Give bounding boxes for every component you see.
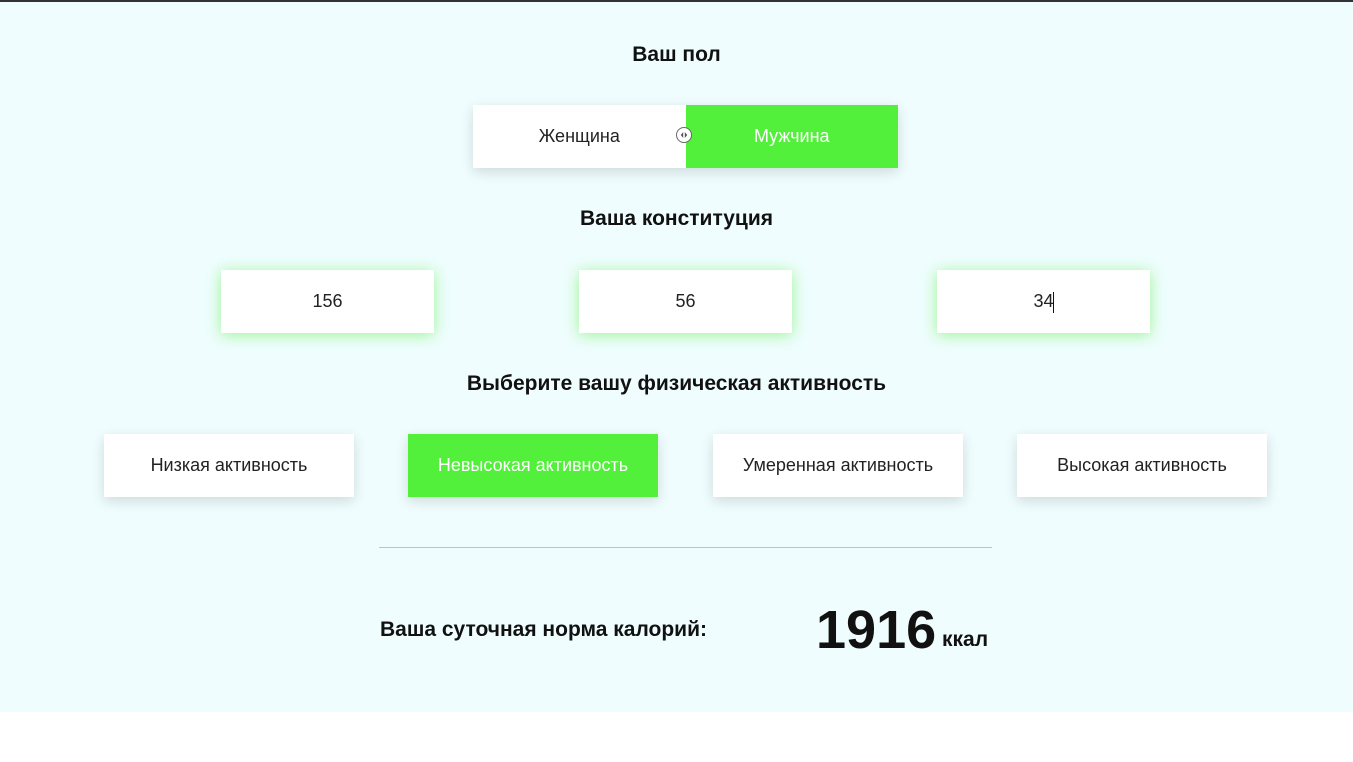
page: Ваш пол Женщина Мужчина Ваша конституция… [0, 0, 1353, 762]
activity-low-button[interactable]: Низкая активность [104, 434, 354, 497]
activity-high-button[interactable]: Высокая активность [1017, 434, 1267, 497]
gender-male-button[interactable]: Мужчина [685, 105, 898, 168]
switch-arrows-icon-glyph [680, 132, 688, 138]
activity-heading: Выберите вашу физическая активность [466, 372, 887, 395]
gender-heading: Ваш пол [632, 43, 721, 66]
age-input[interactable] [937, 270, 1150, 333]
calorie-result-value: 1916 [816, 600, 937, 660]
weight-input[interactable] [579, 270, 792, 333]
divider [379, 547, 992, 548]
result-label: Ваша суточная норма калорий: [380, 618, 707, 641]
activity-light-button[interactable]: Невысокая активность [408, 434, 658, 497]
height-input[interactable] [221, 270, 434, 333]
calorie-unit: ккал [942, 628, 989, 651]
activity-moderate-button[interactable]: Умеренная активность [713, 434, 963, 497]
constitution-heading: Ваша конституция [579, 207, 774, 230]
text-caret [1053, 292, 1054, 313]
switch-arrows-icon[interactable] [676, 127, 692, 143]
gender-female-button[interactable]: Женщина [473, 105, 686, 168]
